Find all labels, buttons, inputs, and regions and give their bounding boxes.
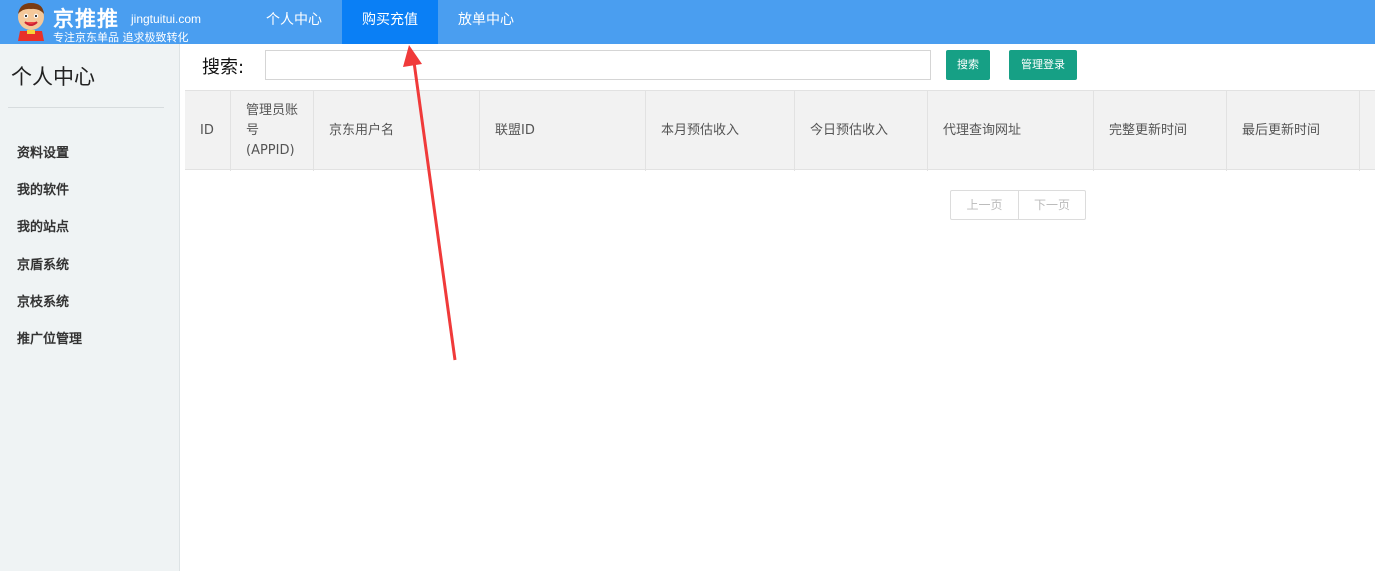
next-page-button[interactable]: 下一页 — [1018, 191, 1085, 219]
annotation-arrow-icon — [403, 45, 457, 361]
column-header-jd-username: 京东用户名 — [314, 91, 480, 171]
nav-item-personal-center[interactable]: 个人中心 — [246, 0, 342, 44]
column-header-today-estimated-income: 今日预估收入 — [795, 91, 928, 171]
mascot-logo-icon — [18, 3, 44, 41]
column-header-last-update-time: 最后更新时间 — [1227, 91, 1360, 171]
brand-domain: jingtuitui.com — [131, 12, 202, 26]
sidebar-item-jingdun-system[interactable]: 京盾系统 — [17, 256, 82, 293]
search-label: 搜索: — [202, 57, 245, 78]
prev-page-button[interactable]: 上一页 — [951, 191, 1018, 219]
sidebar-item-my-sites[interactable]: 我的站点 — [17, 218, 82, 255]
top-nav-bar: 京推推 jingtuitui.com 专注京东单品 追求极致转化 个人中心 购买… — [0, 0, 1375, 44]
pagination: 上一页 下一页 — [950, 190, 1086, 220]
sidebar-title: 个人中心 — [11, 65, 95, 89]
column-header-union-id: 联盟ID — [480, 91, 646, 171]
column-header-month-estimated-income: 本月预估收入 — [646, 91, 795, 171]
admin-login-button[interactable]: 管理登录 — [1009, 50, 1077, 80]
column-header-id: ID — [185, 91, 231, 171]
sidebar-divider — [8, 107, 164, 108]
search-input[interactable] — [265, 50, 931, 80]
table-header: ID 管理员账号(APPID) 京东用户名 联盟ID 本月预估收入 今日预估收入… — [185, 90, 1375, 171]
brand-slogan: 专注京东单品 追求极致转化 — [53, 31, 189, 44]
nav-item-purchase-recharge[interactable]: 购买充值 — [342, 0, 438, 44]
sidebar-item-profile-settings[interactable]: 资料设置 — [17, 144, 82, 181]
sidebar-item-my-software[interactable]: 我的软件 — [17, 181, 82, 218]
column-header-full-update-time: 完整更新时间 — [1094, 91, 1227, 171]
sidebar-item-promotion-slot-management[interactable]: 推广位管理 — [17, 330, 82, 367]
search-button[interactable]: 搜索 — [946, 50, 990, 80]
sidebar-item-jingzhi-system[interactable]: 京枝系统 — [17, 293, 82, 330]
brand-logo[interactable]: 京推推 jingtuitui.com 专注京东单品 追求极致转化 — [10, 0, 240, 44]
sidebar-menu: 资料设置 我的软件 我的站点 京盾系统 京枝系统 推广位管理 — [17, 144, 82, 367]
main-nav: 个人中心 购买充值 放单中心 — [246, 0, 534, 44]
nav-item-order-center[interactable]: 放单中心 — [438, 0, 534, 44]
column-header-agent-query-url: 代理查询网址 — [928, 91, 1094, 171]
column-header-admin-account: 管理员账号(APPID) — [231, 91, 314, 171]
sidebar: 个人中心 资料设置 我的软件 我的站点 京盾系统 京枝系统 推广位管理 — [0, 44, 180, 571]
